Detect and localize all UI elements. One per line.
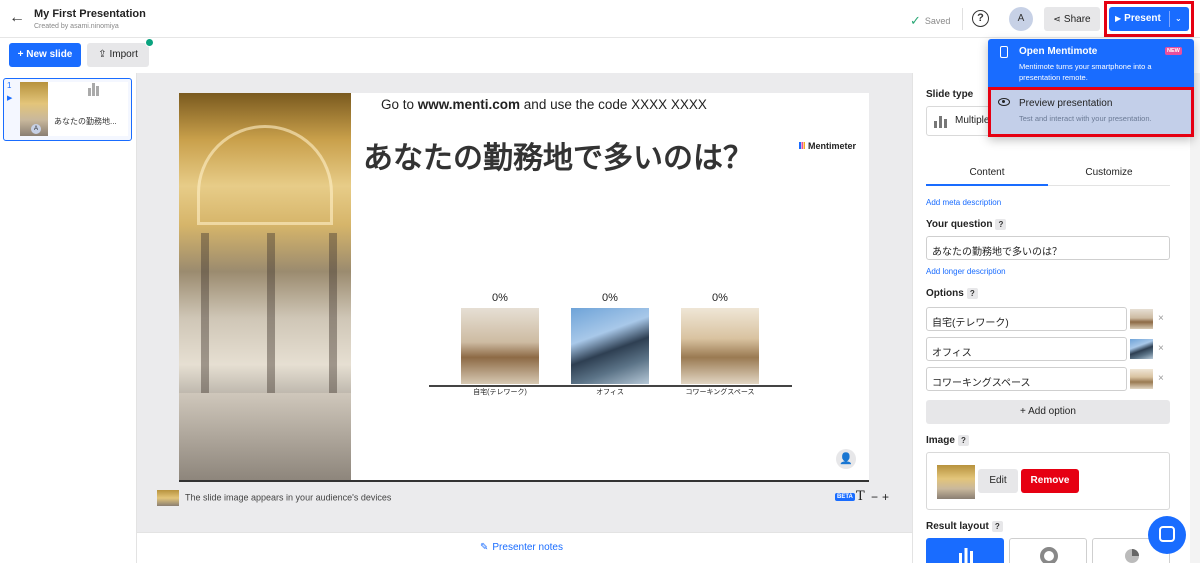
option-label: コワーキングスペース (685, 389, 755, 396)
slide-thumbnail[interactable]: 1 ▶ A あなたの勤務地... (3, 78, 132, 141)
presenter-notes-button[interactable]: ✎ Presenter notes (480, 542, 563, 553)
presentation-title[interactable]: My First Presentation (34, 8, 146, 20)
result-layout-label: Result layout? (926, 521, 1003, 532)
option-percentage: 0% (712, 292, 728, 304)
join-instructions: Go to www.menti.com and use the code XXX… (381, 97, 707, 112)
share-label: Share (1063, 14, 1091, 25)
tab-content[interactable]: Content (926, 167, 1048, 178)
bar-chart-icon (934, 116, 948, 128)
presentation-author: Created by asami.ninomiya (34, 23, 119, 30)
option-image-coworking (681, 308, 759, 384)
scrollbar[interactable] (1190, 73, 1200, 563)
smartphone-icon (1000, 46, 1008, 58)
check-icon: ✓ (910, 13, 921, 28)
slide-thumbnail-title: あなたの勤務地... (54, 117, 117, 126)
your-question-label: Your question? (926, 219, 1007, 230)
help-icon[interactable]: ? (957, 435, 969, 446)
text-size-decrease-button[interactable]: − (871, 490, 878, 504)
tab-customize[interactable]: Customize (1048, 167, 1170, 178)
slide-type-label: Slide type (926, 89, 974, 100)
image-mini-thumbnail (157, 490, 179, 506)
preview-highlight-frame (988, 87, 1194, 137)
bar-chart-icon (959, 548, 973, 563)
slide-type-value: Multiple (955, 115, 990, 126)
beta-badge: BETA (835, 493, 855, 501)
help-icon[interactable]: ? (991, 521, 1003, 532)
image-label: Image? (926, 435, 969, 446)
question-input[interactable]: あなたの勤務地で多いのは？ (926, 236, 1170, 260)
back-arrow-icon[interactable]: ← (8, 9, 26, 27)
option-image-thumbnail[interactable] (1130, 309, 1153, 329)
layout-bars-button[interactable] (926, 538, 1004, 563)
option-image-thumbnail[interactable] (1130, 369, 1153, 389)
thumbnail-card: あなたの勤務地... (48, 82, 128, 136)
pie-chart-icon (1125, 549, 1139, 563)
remove-image-button[interactable]: Remove (1021, 469, 1079, 493)
option-label: オフィス (596, 389, 624, 396)
option-input[interactable]: オフィス (926, 337, 1127, 361)
option-image-thumbnail[interactable] (1130, 339, 1153, 359)
menu-item-title: Open Mentimote (1019, 46, 1098, 57)
chat-icon (1159, 526, 1175, 542)
saved-label: Saved (924, 16, 951, 26)
mentimeter-logo-icon (799, 142, 805, 149)
import-notification-dot (145, 38, 154, 47)
image-audience-note: The slide image appears in your audience… (157, 490, 391, 506)
slide-preview[interactable]: Go to www.menti.com and use the code XXX… (179, 93, 869, 482)
pencil-icon: ✎ (480, 542, 489, 553)
slide-list-panel (0, 73, 137, 563)
option-image-home (461, 308, 539, 384)
import-label: Import (109, 49, 138, 60)
share-button[interactable]: ⋖ Share (1044, 7, 1100, 31)
add-meta-description-link[interactable]: Add meta description (926, 198, 1001, 207)
help-icon[interactable]: ? (995, 219, 1007, 230)
slide-side-image (179, 93, 351, 481)
share-icon: ⋖ (1053, 14, 1061, 24)
menu-item-description: Mentimote turns your smartphone into a p… (1019, 62, 1152, 82)
import-button[interactable]: ⇪ Import (87, 43, 149, 67)
donut-chart-icon (1040, 547, 1058, 563)
add-option-button[interactable]: + Add option (926, 400, 1170, 424)
slide-bottom-border (179, 480, 869, 482)
option-input[interactable]: 自宅(テレワーク) (926, 307, 1127, 331)
text-size-increase-button[interactable]: + (882, 490, 889, 504)
upload-icon: ⇪ (98, 49, 107, 60)
new-badge: NEW (1165, 47, 1182, 55)
slide-number: 1 (7, 81, 12, 90)
thumbnail-avatar: A (31, 124, 41, 134)
remove-option-icon[interactable]: × (1158, 373, 1164, 384)
slide-question: あなたの勤務地で多いのは？ (363, 141, 753, 176)
help-icon[interactable]: ? (972, 10, 989, 27)
option-percentage: 0% (492, 292, 508, 304)
edit-image-button[interactable]: Edit (978, 469, 1018, 493)
option-label: 自宅(テレワーク) (473, 389, 527, 396)
remove-option-icon[interactable]: × (1158, 313, 1164, 324)
play-marker-icon: ▶ (7, 95, 13, 102)
chat-support-button[interactable] (1148, 516, 1186, 554)
help-icon[interactable]: ? (966, 288, 978, 299)
present-highlight-frame (1104, 1, 1194, 37)
image-dome (197, 125, 333, 225)
option-image-office (571, 308, 649, 384)
slide-image-thumbnail (937, 465, 975, 499)
remove-option-icon[interactable]: × (1158, 343, 1164, 354)
option-input[interactable]: コワーキングスペース (926, 367, 1127, 391)
add-longer-description-link[interactable]: Add longer description (926, 267, 1006, 276)
user-avatar[interactable]: A (1009, 7, 1033, 31)
options-label: Options? (926, 288, 978, 299)
saved-status: ✓ Saved (910, 12, 950, 28)
new-slide-button[interactable]: + New slide (9, 43, 81, 67)
tab-active-indicator (926, 184, 1048, 186)
mentimeter-logo: Mentimeter (799, 141, 856, 151)
audience-icon[interactable]: 👤 (836, 449, 856, 469)
image-floor (179, 393, 351, 481)
text-size-icon[interactable]: T (856, 489, 865, 504)
option-percentage: 0% (602, 292, 618, 304)
layout-donut-button[interactable] (1009, 538, 1087, 563)
header-divider (962, 8, 963, 30)
